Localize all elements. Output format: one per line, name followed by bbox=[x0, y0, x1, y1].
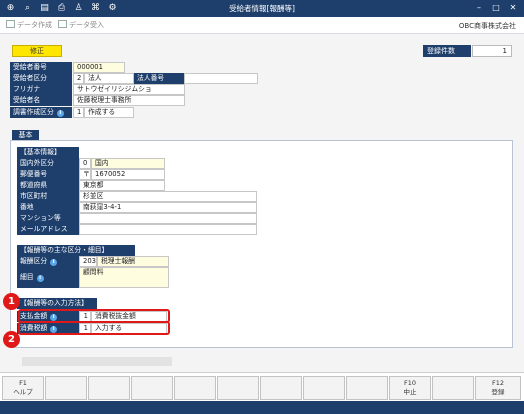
prefecture-field[interactable]: 東京都 bbox=[79, 180, 165, 191]
address-field[interactable]: 南荻窪3-4-1 bbox=[79, 202, 257, 213]
recipient-name-field[interactable]: 佐藤税理士事務所 bbox=[73, 95, 185, 106]
f4-button[interactable] bbox=[131, 376, 173, 400]
f10-cancel-button[interactable]: F10 中止 bbox=[389, 376, 431, 400]
close-icon[interactable]: ✕ bbox=[507, 2, 519, 14]
reward-type-label: 報酬区分 i bbox=[17, 256, 79, 267]
create-data-button[interactable]: データ作成 bbox=[6, 20, 52, 31]
import-data-icon bbox=[58, 20, 67, 28]
f11-button[interactable] bbox=[432, 376, 474, 400]
report-type-label: 調書作成区分 i bbox=[10, 107, 72, 118]
recipient-name-label: 受給者名 bbox=[10, 95, 72, 106]
status-bar bbox=[22, 357, 172, 366]
kana-field[interactable]: サトウゼイリシジムショ bbox=[73, 84, 185, 95]
company-name: OBC商事株式会社 bbox=[458, 22, 516, 30]
corporate-number-field[interactable] bbox=[184, 73, 258, 84]
marker-one: 1 bbox=[3, 293, 20, 310]
recipient-type-name: 法人 bbox=[84, 73, 134, 84]
info-icon[interactable]: i bbox=[36, 275, 44, 282]
input-method-header: 【報酬等の入力方法】 bbox=[17, 298, 97, 309]
kana-label: フリガナ bbox=[10, 84, 72, 95]
building-label: マンション等 bbox=[17, 213, 79, 224]
f5-button[interactable] bbox=[174, 376, 216, 400]
record-count-label: 登録件数 bbox=[423, 45, 471, 57]
title-bar: ⊕ ⌕ ▤ ⎙ ♙ ⌘ ⚙ 受給者情報[報酬等] – □ ✕ bbox=[0, 0, 524, 17]
reward-type-name: 税理士報酬 bbox=[97, 256, 169, 267]
reward-category-header: 【報酬等の主な区分・細目】 bbox=[17, 245, 135, 256]
report-type-code[interactable]: 1 bbox=[73, 107, 84, 118]
maximize-icon[interactable]: □ bbox=[490, 2, 502, 14]
record-count-value: 1 bbox=[472, 45, 512, 57]
main-area: 修正 登録件数 1 受給者番号 000001 受給者区分 2 法人 法人番号 フ… bbox=[0, 34, 524, 372]
recipient-number-field[interactable]: 000001 bbox=[73, 62, 125, 73]
create-data-icon bbox=[6, 20, 15, 28]
email-field[interactable] bbox=[79, 224, 257, 235]
corporate-number-label: 法人番号 bbox=[134, 73, 184, 84]
f7-button[interactable] bbox=[260, 376, 302, 400]
zip-field[interactable]: 1670052 bbox=[91, 169, 165, 180]
f9-button[interactable] bbox=[346, 376, 388, 400]
domestic-label: 国内外区分 bbox=[17, 158, 79, 169]
zip-label: 郵便番号 bbox=[17, 169, 79, 180]
f1-help-button[interactable]: F1 ヘルプ bbox=[2, 376, 44, 400]
reward-detail-label: 細目 i bbox=[17, 267, 79, 288]
function-key-bar: F1 ヘルプ F10 中止 F12 登録 bbox=[0, 372, 524, 400]
recipient-type-code[interactable]: 2 bbox=[73, 73, 84, 84]
edit-button[interactable]: 修正 bbox=[12, 45, 62, 57]
email-label: メールアドレス bbox=[17, 224, 79, 235]
zip-mark: 〒 bbox=[79, 169, 91, 180]
report-type-name: 作成する bbox=[84, 107, 134, 118]
minimize-icon[interactable]: – bbox=[473, 2, 485, 14]
marker-two: 2 bbox=[3, 331, 20, 348]
recipient-number-label: 受給者番号 bbox=[10, 62, 72, 73]
reward-detail-field[interactable]: 顧問料 bbox=[79, 267, 169, 288]
tax-highlight-box bbox=[18, 321, 170, 335]
f3-button[interactable] bbox=[88, 376, 130, 400]
city-label: 市区町村 bbox=[17, 191, 79, 202]
domestic-name: 国内 bbox=[91, 158, 165, 169]
f12-register-button[interactable]: F12 登録 bbox=[475, 376, 521, 400]
import-data-button[interactable]: データ受入 bbox=[58, 20, 104, 31]
city-field[interactable]: 杉並区 bbox=[79, 191, 257, 202]
window-title: 受給者情報[報酬等] bbox=[229, 4, 295, 13]
recipient-type-label: 受給者区分 bbox=[10, 73, 72, 84]
prefecture-label: 都道府県 bbox=[17, 180, 79, 191]
info-icon[interactable]: i bbox=[56, 110, 64, 117]
f2-button[interactable] bbox=[45, 376, 87, 400]
toolbar: データ作成 データ受入 OBC商事株式会社 bbox=[0, 17, 524, 34]
bottom-bar bbox=[0, 401, 524, 414]
address-label: 番地 bbox=[17, 202, 79, 213]
info-icon[interactable]: i bbox=[50, 259, 58, 266]
f6-button[interactable] bbox=[217, 376, 259, 400]
reward-type-code[interactable]: 203 bbox=[79, 256, 97, 267]
building-field[interactable] bbox=[79, 213, 257, 224]
domestic-code[interactable]: 0 bbox=[79, 158, 91, 169]
f8-button[interactable] bbox=[303, 376, 345, 400]
basic-info-header: 【基本情報】 bbox=[17, 147, 79, 158]
